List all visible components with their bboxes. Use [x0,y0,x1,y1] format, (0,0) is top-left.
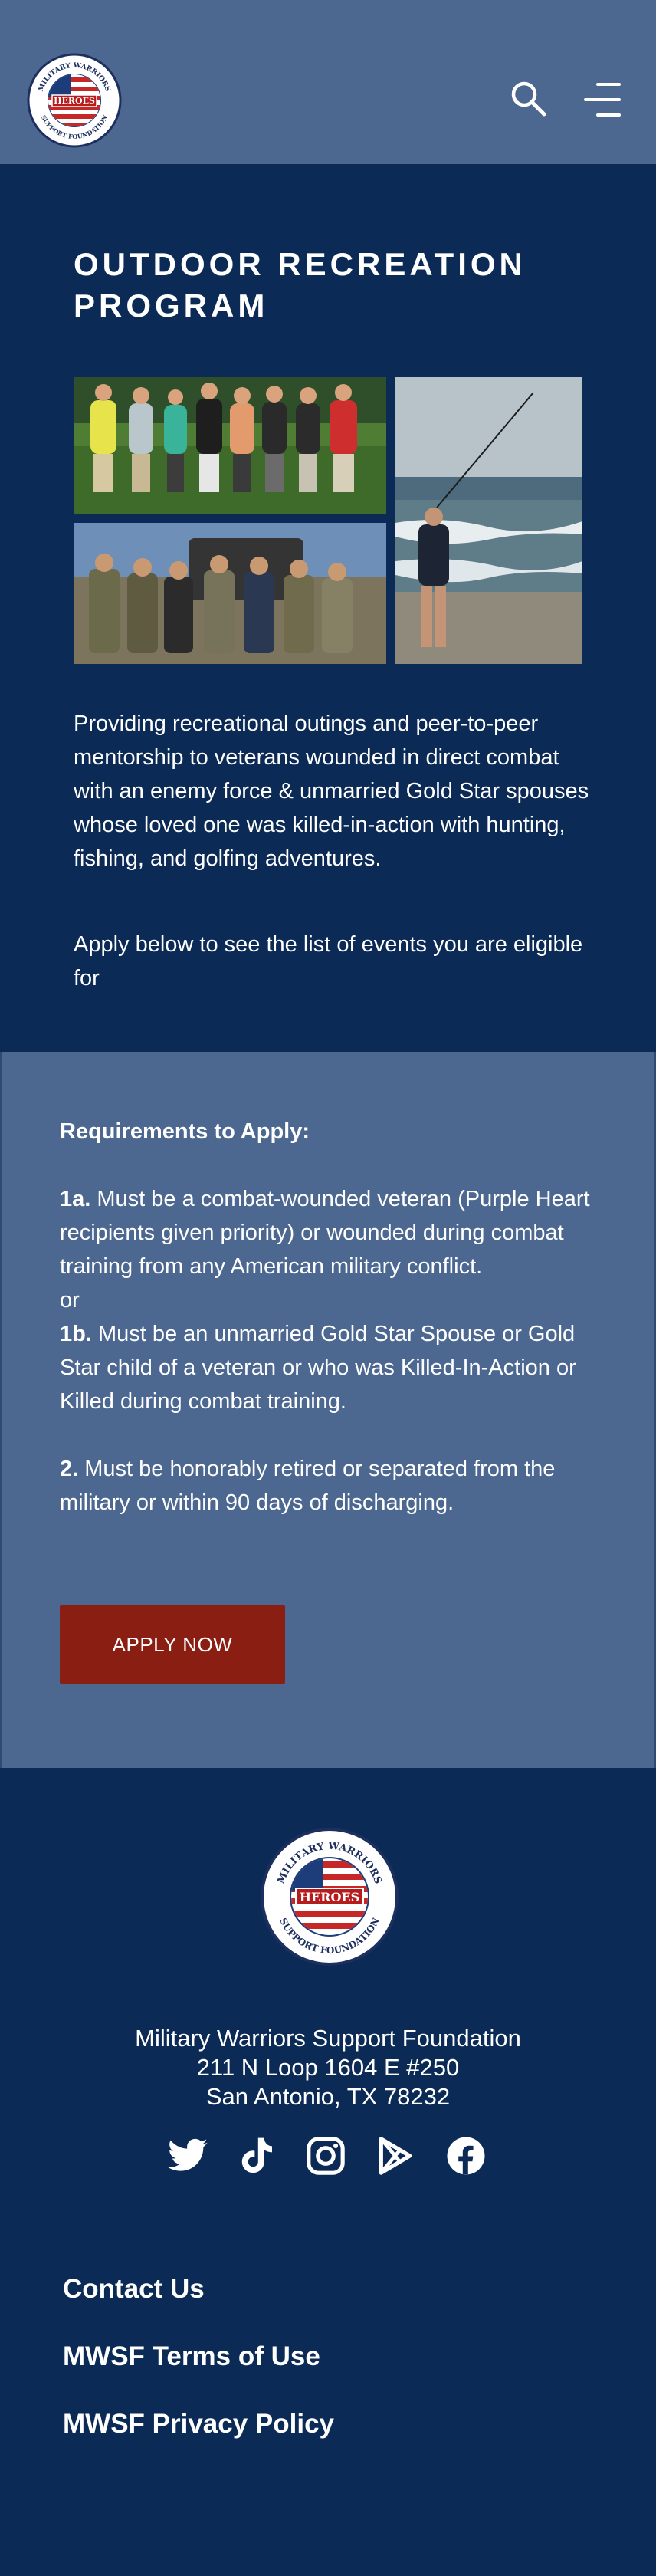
site-header: HEROES MILITARY WARRIORS SUPPORT FOUNDAT… [0,0,656,164]
tiktok-icon[interactable] [235,2134,277,2177]
requirement-1b-text: Must be an unmarried Gold Star Spouse or… [60,1322,576,1414]
requirement-2: 2. Must be honorably retired or separate… [60,1452,612,1520]
hunting-group-photo [74,523,386,664]
golf-group-photo [74,377,386,514]
site-footer: HEROES MILITARY WARRIORS SUPPORT FOUNDAT… [0,1768,656,2576]
requirement-1b: 1b. Must be an unmarried Gold Star Spous… [60,1317,612,1418]
requirement-or-text: or [60,1288,80,1313]
apply-note: Apply below to see the list of events yo… [74,932,583,991]
photo-gallery [74,377,582,664]
instagram-icon[interactable] [304,2134,347,2177]
search-icon[interactable] [508,78,549,120]
requirement-2-text: Must be honorably retired or separated f… [60,1457,556,1515]
requirement-1b-label: 1b. [60,1322,92,1346]
google-play-icon[interactable] [374,2134,417,2177]
org-name: Military Warriors Support Foundation [135,2025,521,2052]
requirement-1a-text: Must be a combat-wounded veteran (Purple… [60,1187,590,1279]
site-logo[interactable]: HEROES MILITARY WARRIORS SUPPORT FOUNDAT… [26,52,123,149]
footer-address: Military Warriors Support Foundation 211… [0,2024,656,2111]
footer-logo-heroes-text: HEROES [300,1890,359,1904]
twitter-icon[interactable] [166,2134,209,2177]
terms-of-use-link[interactable]: MWSF Terms of Use [63,2341,320,2372]
requirements-list: Requirements to Apply: 1a. Must be a com… [60,1115,612,1520]
contact-us-link[interactable]: Contact Us [63,2274,205,2305]
address-line-2: San Antonio, TX 78232 [205,2083,451,2110]
requirements-heading: Requirements to Apply: [60,1119,310,1144]
requirement-1a-label: 1a. [60,1187,91,1211]
hamburger-menu-icon[interactable] [581,78,624,121]
logo-heroes-text: HEROES [54,96,95,106]
page-title: OUTDOOR RECREATION PROGRAM [74,246,526,324]
program-hero-section: OUTDOOR RECREATION PROGRAM Providing rec… [0,164,656,1052]
requirement-1a: 1a. Must be a combat-wounded veteran (Pu… [60,1182,612,1283]
requirements-section: Requirements to Apply: 1a. Must be a com… [0,1052,656,1768]
social-links [0,2134,656,2180]
facebook-icon[interactable] [444,2134,487,2177]
program-description: Providing recreational outings and peer-… [74,711,589,871]
address-line-1: 211 N Loop 1604 E #250 [196,2054,460,2081]
requirement-2-label: 2. [60,1457,79,1481]
privacy-policy-link[interactable]: MWSF Privacy Policy [63,2409,334,2440]
apply-now-button[interactable]: APPLY NOW [60,1605,285,1684]
footer-logo[interactable]: HEROES MILITARY WARRIORS SUPPORT FOUNDAT… [259,1826,400,1967]
fishing-photo [395,377,582,664]
